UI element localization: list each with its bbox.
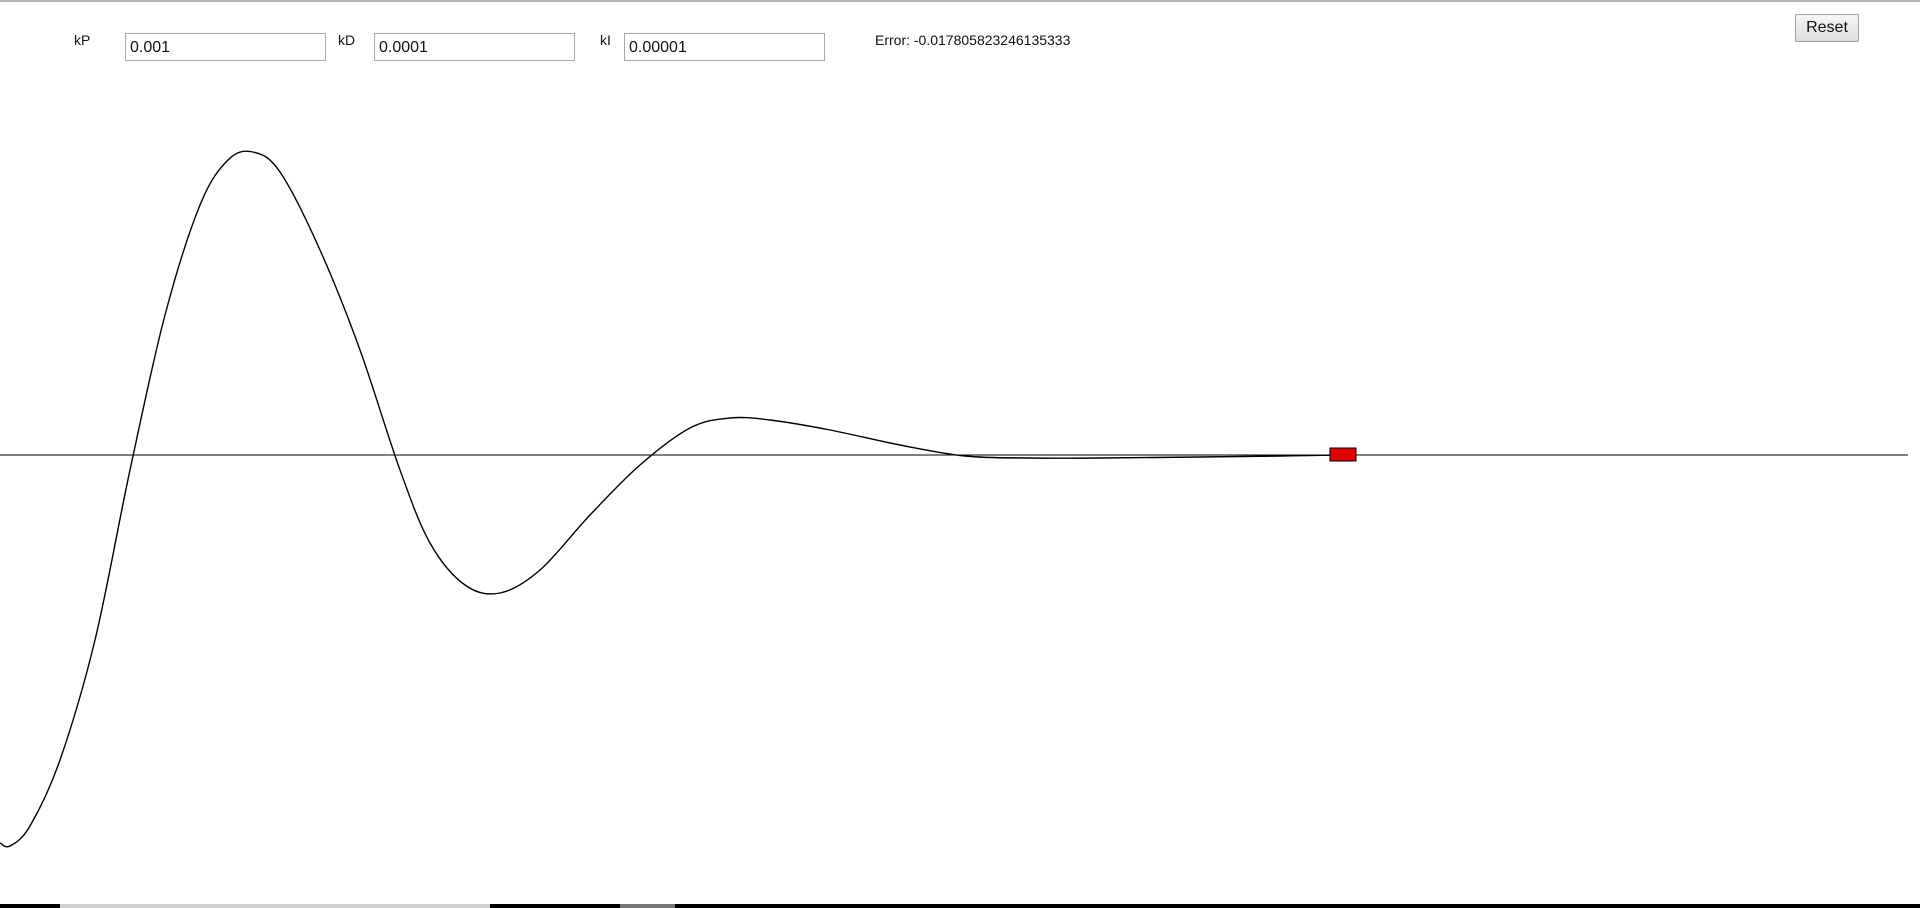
kd-input[interactable] [374, 33, 575, 61]
simulation-canvas [0, 150, 1908, 848]
top-border [0, 0, 1920, 2]
bottom-strip-thumb [620, 904, 675, 908]
error-label: Error: [875, 32, 910, 48]
error-readout: Error: -0.017805823246135333 [875, 32, 1070, 48]
bottom-strip-left [0, 904, 60, 908]
kp-label: kP [74, 32, 91, 48]
response-curve [0, 150, 1341, 848]
reset-button[interactable]: Reset [1795, 14, 1859, 42]
kd-label: kD [338, 32, 356, 48]
cart-marker[interactable] [1329, 447, 1357, 462]
bottom-strip-mid [490, 904, 620, 908]
error-value: -0.017805823246135333 [913, 32, 1071, 48]
ki-input[interactable] [624, 33, 825, 61]
bottom-strip-track [60, 904, 490, 908]
ki-label: kI [600, 32, 611, 48]
kp-input[interactable] [125, 33, 326, 61]
bottom-strip-right [675, 904, 1920, 908]
